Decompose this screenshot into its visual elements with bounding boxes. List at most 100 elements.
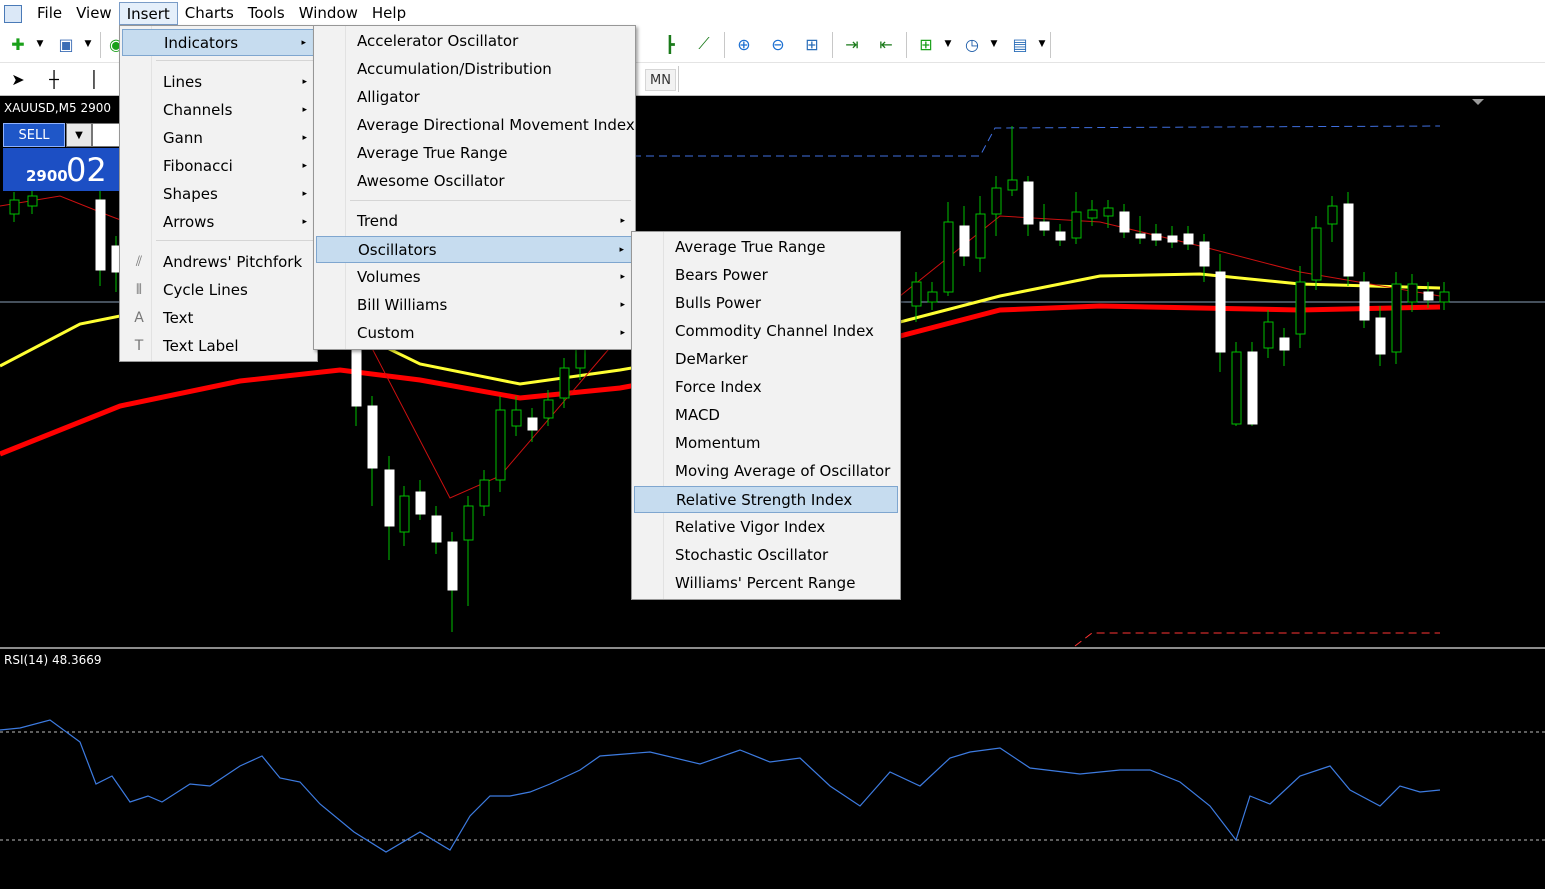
new-chart-dropdown-icon[interactable]: ▼ bbox=[28, 32, 52, 56]
indicator-accelerator-oscillator-item[interactable]: Accelerator Oscillator bbox=[316, 28, 633, 55]
candle-body bbox=[959, 225, 970, 257]
new-chart-icon[interactable]: ✚ bbox=[6, 32, 30, 56]
zoom-out-icon[interactable]: ⊖ bbox=[766, 32, 790, 56]
chart-shift-marker bbox=[1472, 99, 1484, 105]
insert-fibonacci-item[interactable]: Fibonacci ▸ bbox=[122, 153, 315, 180]
insert-arrows-item[interactable]: Arrows ▸ bbox=[122, 209, 315, 236]
auto-scroll-icon[interactable]: ⇤ bbox=[874, 32, 898, 56]
menu-bar: File View Insert Charts Tools Window Hel… bbox=[0, 0, 1545, 27]
menu-charts[interactable]: Charts bbox=[178, 2, 241, 25]
oscillator-demarker-item[interactable]: DeMarker bbox=[634, 346, 898, 373]
indicators-oscillators-item[interactable]: Oscillators ▸ bbox=[316, 236, 633, 263]
candle-body bbox=[415, 491, 426, 515]
indicators-trend-item[interactable]: Trend ▸ bbox=[316, 208, 633, 235]
profiles-icon[interactable]: ▣ bbox=[54, 32, 78, 56]
candlesticks-icon[interactable]: ┣ bbox=[658, 32, 682, 56]
indicators-submenu: Accelerator Oscillator Accumulation/Dist… bbox=[313, 25, 636, 350]
candle-body bbox=[399, 495, 410, 533]
insert-lines-item[interactable]: Lines ▸ bbox=[122, 69, 315, 96]
candle-body bbox=[1343, 203, 1354, 277]
candle-body bbox=[351, 345, 362, 407]
menu-file[interactable]: File bbox=[30, 2, 69, 25]
oscillator-bulls-power-item[interactable]: Bulls Power bbox=[634, 290, 898, 317]
indicator-awesome-oscillator-item[interactable]: Awesome Oscillator bbox=[316, 168, 633, 195]
submenu-arrow-icon: ▸ bbox=[620, 216, 625, 226]
periods-clock-icon[interactable]: ◷ bbox=[960, 32, 984, 56]
submenu-arrow-icon: ▸ bbox=[619, 245, 624, 255]
indicators-icon[interactable]: ⊞ bbox=[914, 32, 938, 56]
candle-body bbox=[1023, 181, 1034, 225]
toolbar-separator bbox=[1050, 32, 1051, 58]
oscillator-osma-item[interactable]: Moving Average of Oscillator bbox=[634, 458, 898, 485]
oscillator-macd-item[interactable]: MACD bbox=[634, 402, 898, 429]
oscillator-rvi-item[interactable]: Relative Vigor Index bbox=[634, 514, 898, 541]
insert-indicators-item[interactable]: Indicators ▸ bbox=[122, 29, 315, 56]
line-chart-icon[interactable]: ⟋ bbox=[692, 32, 716, 56]
indicators-volumes-item[interactable]: Volumes ▸ bbox=[316, 264, 633, 291]
indicator-alligator-item[interactable]: Alligator bbox=[316, 84, 633, 111]
sell-button[interactable]: SELL bbox=[3, 123, 65, 147]
oscillator-williams-percent-range-item[interactable]: Williams' Percent Range bbox=[634, 570, 898, 597]
oscillator-bears-power-item[interactable]: Bears Power bbox=[634, 262, 898, 289]
oscillator-rsi-item[interactable]: Relative Strength Index bbox=[634, 486, 898, 513]
cursor-icon[interactable]: ➤ bbox=[6, 67, 30, 91]
chart-symbol-label: XAUUSD,M5 2900 bbox=[4, 101, 112, 115]
insert-andrews-pitchfork-item[interactable]: ⫽ Andrews' Pitchfork bbox=[122, 249, 315, 276]
menu-window[interactable]: Window bbox=[292, 2, 365, 25]
insert-channels-item[interactable]: Channels ▸ bbox=[122, 97, 315, 124]
periods-dropdown-icon[interactable]: ▼ bbox=[982, 32, 1006, 56]
submenu-arrow-icon: ▸ bbox=[302, 105, 307, 115]
insert-text-label-item[interactable]: T Text Label bbox=[122, 333, 315, 360]
insert-shapes-item[interactable]: Shapes ▸ bbox=[122, 181, 315, 208]
vertical-line-icon[interactable]: │ bbox=[82, 67, 106, 91]
indicators-dropdown-icon[interactable]: ▼ bbox=[936, 32, 960, 56]
cycle-lines-icon: ⦀ bbox=[135, 282, 143, 298]
upper-level-line bbox=[620, 125, 1441, 157]
templates-icon[interactable]: ▤ bbox=[1008, 32, 1032, 56]
submenu-arrow-icon: ▸ bbox=[302, 77, 307, 87]
toolbar-separator bbox=[832, 32, 833, 58]
indicator-atr-item[interactable]: Average True Range bbox=[316, 140, 633, 167]
oscillator-momentum-item[interactable]: Momentum bbox=[634, 430, 898, 457]
oscillator-stochastic-item[interactable]: Stochastic Oscillator bbox=[634, 542, 898, 569]
oscillator-cci-item[interactable]: Commodity Channel Index bbox=[634, 318, 898, 345]
candle-body bbox=[559, 367, 570, 399]
candle-body bbox=[384, 469, 395, 527]
sell-price-box[interactable]: 2900 02 bbox=[3, 148, 121, 191]
candle-body bbox=[1039, 221, 1050, 231]
profiles-dropdown-icon[interactable]: ▼ bbox=[76, 32, 100, 56]
lot-size-input[interactable] bbox=[92, 123, 121, 147]
timeframe-mn-button[interactable]: MN bbox=[645, 69, 676, 91]
insert-text-item[interactable]: A Text bbox=[122, 305, 315, 332]
terminal-window: File View Insert Charts Tools Window Hel… bbox=[0, 0, 1545, 889]
tile-windows-icon[interactable]: ⊞ bbox=[800, 32, 824, 56]
menu-tools[interactable]: Tools bbox=[241, 2, 292, 25]
indicators-bill-williams-item[interactable]: Bill Williams ▸ bbox=[316, 292, 633, 319]
submenu-arrow-icon: ▸ bbox=[620, 272, 625, 282]
candle-body bbox=[1119, 211, 1130, 233]
sell-price-major: 2900 bbox=[26, 167, 68, 185]
toolbar-separator bbox=[906, 32, 907, 58]
menu-insert[interactable]: Insert bbox=[118, 2, 178, 25]
chart-shift-icon[interactable]: ⇥ bbox=[840, 32, 864, 56]
candle-body bbox=[1279, 337, 1290, 351]
candle-body bbox=[1103, 207, 1114, 217]
zoom-in-icon[interactable]: ⊕ bbox=[732, 32, 756, 56]
pane-separator[interactable] bbox=[0, 647, 1545, 649]
candle-body bbox=[1327, 205, 1338, 225]
oscillator-force-index-item[interactable]: Force Index bbox=[634, 374, 898, 401]
oscillator-atr-item[interactable]: Average True Range bbox=[634, 234, 898, 261]
indicator-accumulation-distribution-item[interactable]: Accumulation/Distribution bbox=[316, 56, 633, 83]
candle-body bbox=[463, 505, 474, 541]
indicators-custom-item[interactable]: Custom ▸ bbox=[316, 320, 633, 347]
insert-cycle-lines-item[interactable]: ⦀ Cycle Lines bbox=[122, 277, 315, 304]
oscillators-submenu: Average True Range Bears Power Bulls Pow… bbox=[631, 231, 901, 600]
candle-body bbox=[1375, 317, 1386, 355]
toolbar-separator bbox=[724, 32, 725, 58]
insert-gann-item[interactable]: Gann ▸ bbox=[122, 125, 315, 152]
lot-dropdown-icon[interactable]: ▼ bbox=[66, 123, 92, 147]
indicator-admi-item[interactable]: Average Directional Movement Index bbox=[316, 112, 635, 139]
menu-view[interactable]: View bbox=[69, 2, 119, 25]
crosshair-icon[interactable]: ┼ bbox=[42, 67, 66, 91]
menu-help[interactable]: Help bbox=[365, 2, 413, 25]
